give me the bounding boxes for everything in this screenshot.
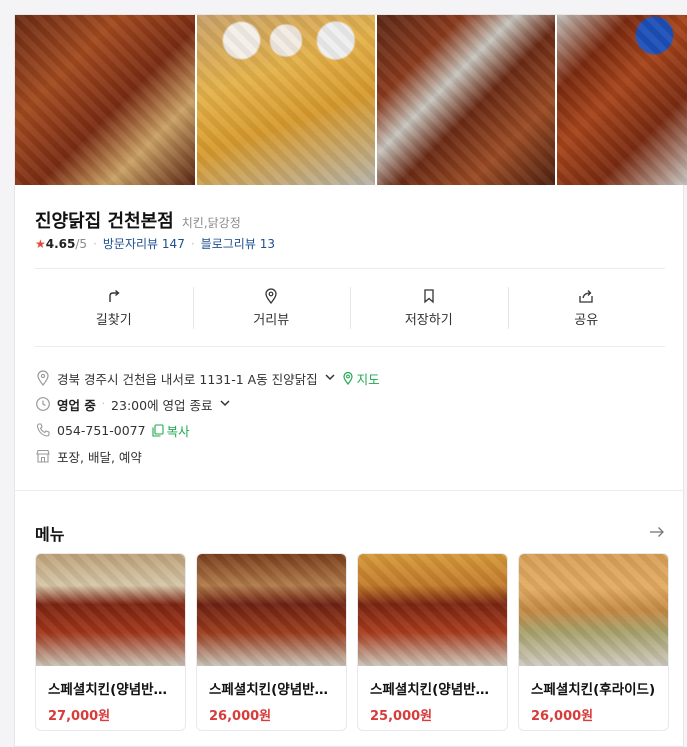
services-row: 포장, 배달, 예약 — [35, 443, 380, 469]
location-pin-icon — [263, 288, 279, 304]
blog-reviews-link[interactable]: 블로그리뷰 13 — [201, 235, 275, 252]
street-view-label: 거리뷰 — [253, 313, 290, 328]
chevron-down-icon — [220, 399, 230, 406]
menu-item-image — [519, 554, 668, 666]
closing-time: 23:00에 영업 종료 — [111, 397, 213, 413]
menu-item-name: 스페셜치킨(양념반후라이드반) — [370, 682, 507, 698]
menu-item-price: 25,000원 — [370, 709, 433, 724]
info-list: 경북 경주시 건천읍 내서로 1131-1 A동 진양닭집 지도 영업 중 · … — [35, 365, 380, 469]
rating-value: 4.65 — [45, 236, 76, 251]
separator-dot: · — [190, 236, 195, 251]
separator-dot: · — [101, 398, 106, 410]
title-row: 진양닭집 건천본점 치킨,닭강정 — [35, 207, 241, 233]
menu-item-price: 26,000원 — [531, 709, 594, 724]
menu-item-name: 스페셜치킨(후라이드) — [531, 682, 656, 698]
rating-row: ★4.65/5 · 방문자리뷰 147 · 블로그리뷰 13 — [35, 235, 275, 252]
menu-item-image — [36, 554, 185, 666]
menu-item-price: 27,000원 — [48, 709, 111, 724]
menu-title: 메뉴 — [35, 525, 65, 544]
arrow-right-icon — [650, 526, 664, 537]
phone-row: 054-751-0077 복사 — [35, 417, 380, 443]
menu-item[interactable]: 스페셜치킨(양념반후라이드반) 27,000원 — [35, 553, 186, 731]
photo-2[interactable] — [197, 15, 375, 185]
place-category: 치킨,닭강정 — [181, 216, 241, 230]
phone-icon — [35, 422, 51, 438]
menu-more-button[interactable] — [649, 524, 665, 543]
copy-icon — [152, 423, 164, 437]
street-view-button[interactable]: 거리뷰 — [192, 285, 351, 331]
visitor-reviews-link[interactable]: 방문자리뷰 147 — [103, 235, 185, 252]
action-bar: 길찾기 거리뷰 저장하기 공유 — [35, 285, 665, 331]
menu-item-name: 스페셜치킨(양념반후라이드반) — [209, 682, 346, 698]
bookmark-icon — [421, 288, 437, 304]
save-button[interactable]: 저장하기 — [350, 285, 508, 331]
phone-number[interactable]: 054-751-0077 — [57, 423, 146, 438]
map-link[interactable]: 지도 — [342, 369, 380, 388]
map-pin-green-icon — [343, 371, 353, 385]
menu-item[interactable]: 스페셜치킨(후라이드) 26,000원 — [518, 553, 669, 731]
menu-header: 메뉴 — [35, 521, 665, 545]
address-text: 경북 경주시 건천읍 내서로 1131-1 A동 진양닭집 — [57, 371, 318, 387]
store-icon — [35, 448, 51, 464]
services-text: 포장, 배달, 예약 — [57, 449, 142, 465]
menu-list: 스페셜치킨(양념반후라이드반) 27,000원 스페셜치킨(양념반후라이드반) … — [35, 553, 669, 731]
directions-button[interactable]: 길찾기 — [35, 285, 193, 331]
menu-item[interactable]: 스페셜치킨(양념반후라이드반) 25,000원 — [357, 553, 508, 731]
clock-icon — [35, 396, 51, 412]
divider — [35, 268, 665, 269]
hours-row: 영업 중 · 23:00에 영업 종료 — [35, 391, 380, 417]
photo-1[interactable] — [15, 15, 195, 185]
menu-item[interactable]: 스페셜치킨(양념반후라이드반) 26,000원 — [196, 553, 347, 731]
chevron-down-icon — [325, 373, 335, 380]
photo-3[interactable] — [377, 15, 555, 185]
menu-item-image — [358, 554, 507, 666]
place-summary-card: 진양닭집 건천본점 치킨,닭강정 ★4.65/5 · 방문자리뷰 147 · 블… — [14, 14, 687, 490]
menu-item-image — [197, 554, 346, 666]
divider — [35, 346, 665, 347]
place-name: 진양닭집 건천본점 — [35, 211, 174, 232]
photo-gallery[interactable] — [15, 15, 687, 185]
directions-icon — [106, 288, 122, 304]
star-icon: ★ — [35, 236, 46, 251]
address-expand-button[interactable] — [324, 371, 336, 386]
address-row: 경북 경주시 건천읍 내서로 1131-1 A동 진양닭집 지도 — [35, 365, 380, 391]
share-label: 공유 — [574, 313, 599, 328]
copy-button[interactable]: 복사 — [152, 421, 190, 440]
share-icon — [578, 288, 594, 304]
map-pin-icon — [35, 370, 51, 386]
menu-item-name: 스페셜치킨(양념반후라이드반) — [48, 682, 185, 698]
separator-dot: · — [93, 236, 97, 251]
hours-expand-button[interactable] — [219, 397, 231, 412]
menu-item-price: 26,000원 — [209, 709, 272, 724]
share-button[interactable]: 공유 — [507, 285, 666, 331]
directions-label: 길찾기 — [95, 313, 132, 328]
menu-section: 메뉴 스페셜치킨(양념반후라이드반) 27,000원 스페셜치킨(양념반후라이드… — [14, 490, 684, 747]
photo-4[interactable] — [557, 15, 687, 185]
open-status: 영업 중 — [57, 397, 96, 413]
rating-max: /5 — [75, 236, 88, 251]
save-label: 저장하기 — [404, 313, 453, 328]
